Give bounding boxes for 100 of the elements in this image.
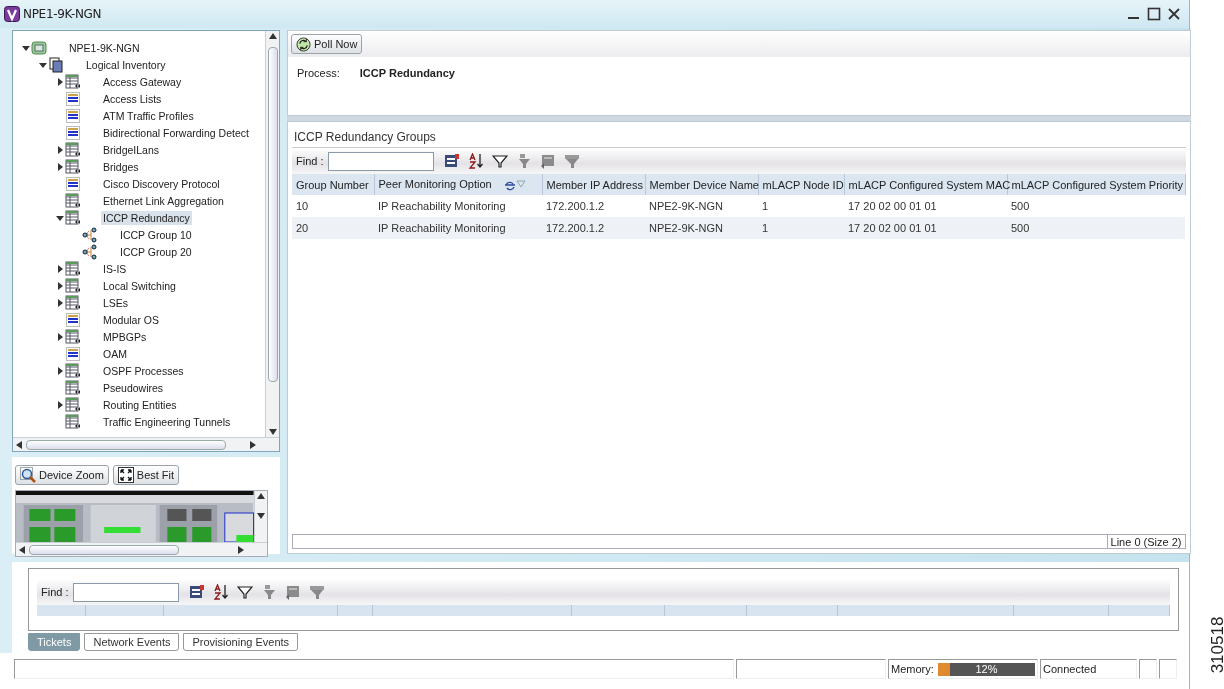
app-logo-icon [4,6,20,22]
expand-arrow-icon[interactable] [55,280,65,291]
refresh-icon [296,36,311,52]
expand-arrow-icon[interactable] [55,365,65,376]
horizontal-scrollbar[interactable] [13,437,279,451]
table-cell: 17 20 02 00 01 01 [844,195,1007,217]
scroll-right-icon[interactable] [250,440,256,449]
figure-number: 310518 [1208,616,1224,674]
tree-item[interactable]: BridgeILans [101,142,162,157]
tree-item[interactable]: Ethernet Link Aggregation [101,193,226,208]
scroll-left-icon[interactable] [16,440,22,449]
column-header[interactable]: Member Device Name [645,174,758,195]
table-icon[interactable] [188,584,205,600]
close-icon[interactable] [1167,7,1181,21]
table-cell: 172.200.1.2 [542,217,645,239]
expand-arrow-icon[interactable] [55,144,65,155]
grid-icon[interactable] [284,584,301,600]
tree-item[interactable]: Bridges [101,159,141,174]
table-cell: 20 [292,217,374,239]
table-icon [65,73,81,90]
list-icon [65,90,81,107]
poll-now-button[interactable]: Poll Now [291,34,363,54]
tree-item[interactable]: Routing Entities [101,397,179,412]
tab[interactable]: Provisioning Events [183,633,299,651]
table-icon [65,362,81,379]
table-cell: NPE2-9K-NGN [645,195,758,217]
row-count: Line 0 (Size 2) [1106,535,1185,548]
sort-icon[interactable] [212,584,229,600]
tree-item[interactable]: Logical Inventory [84,57,168,72]
tree-item[interactable]: OAM [101,346,129,361]
find-label: Find : [41,586,69,598]
scroll-right-icon[interactable] [238,545,244,554]
scroll-down-icon[interactable] [256,513,265,519]
tree-item[interactable]: OSPF Processes [101,363,186,378]
expand-arrow-icon[interactable] [55,263,65,274]
list-icon [65,175,81,192]
table-icon [65,209,81,226]
tree-item[interactable]: Access Lists [101,91,164,106]
sort-icon[interactable] [467,153,484,169]
window-title: NPE1-9K-NGN [23,7,103,21]
memory-label: Memory: [891,663,934,675]
status-cell [1139,659,1158,679]
find-label: Find : [296,155,324,167]
tree-item[interactable]: Access Gateway [101,74,184,89]
expand-arrow-icon[interactable] [55,76,65,87]
table-cell: IP Reachability Monitoring [374,195,542,217]
table-cell: 500 [1007,195,1185,217]
filter-icon[interactable] [491,153,508,169]
filter-icon[interactable] [236,584,253,600]
tree-item[interactable]: Bidirectional Forwarding Detect [101,125,251,140]
list-icon [65,107,81,124]
column-header[interactable]: Group Number [292,174,374,195]
network-icon [82,243,98,260]
scroll-up-icon[interactable] [256,493,265,499]
table-icon [65,158,81,175]
maximize-icon[interactable] [1147,7,1161,21]
tree-item[interactable]: ICCP Redundancy [101,210,192,225]
documents-icon [48,56,64,73]
table-cell: IP Reachability Monitoring [374,217,542,239]
scroll-left-icon[interactable] [19,545,25,554]
column-header[interactable]: Peer Monitoring Option [374,174,542,195]
tree-item[interactable]: NPE1-9K-NGN [67,40,142,55]
table-icon [65,328,81,345]
status-cell [1159,659,1177,679]
tab[interactable]: Network Events [84,633,180,651]
tree-item[interactable]: MPBGPs [101,329,149,344]
tree-item[interactable]: ICCP Group 20 [118,244,194,259]
horizontal-scrollbar[interactable] [16,542,267,556]
find-field[interactable] [327,151,434,171]
tree-item[interactable]: Cisco Discovery Protocol [101,176,222,191]
tree-item[interactable]: ICCP Group 10 [118,227,194,242]
device-icon [31,39,47,56]
tree-item[interactable]: Local Switching [101,278,178,293]
column-header[interactable]: Member IP Address [542,174,645,195]
expand-arrow-icon[interactable] [55,297,65,308]
tree-item[interactable]: ATM Traffic Profiles [101,108,196,123]
tree-item[interactable]: IS-IS [101,261,129,276]
list-icon [65,124,81,141]
table-cell: 1 [758,217,844,239]
list-icon [65,311,81,328]
find-field[interactable] [72,582,179,602]
vertical-scrollbar[interactable] [265,31,279,437]
expand-arrow-icon[interactable] [55,331,65,342]
best-fit-button[interactable]: Best Fit [112,465,180,485]
table-icon[interactable] [443,153,460,169]
expand-arrow-icon[interactable] [55,399,65,410]
expand-arrow-icon[interactable] [55,161,65,172]
tree-item[interactable]: Modular OS [101,312,162,327]
scroll-up-icon[interactable] [268,33,277,39]
tree-item[interactable]: LSEs [101,295,131,310]
grid-icon[interactable] [539,153,556,169]
table-icon [65,260,81,277]
magnifier-icon [20,467,36,483]
tree-item[interactable]: Traffic Engineering Tunnels [101,414,233,429]
list-icon [65,345,81,362]
tree-item[interactable]: Pseudowires [101,380,166,395]
column-header[interactable]: mLACP Node ID [758,174,844,195]
table-cell: NPE2-9K-NGN [645,217,758,239]
scroll-down-icon[interactable] [268,429,277,435]
device-zoom-button[interactable]: Device Zoom [15,465,109,485]
